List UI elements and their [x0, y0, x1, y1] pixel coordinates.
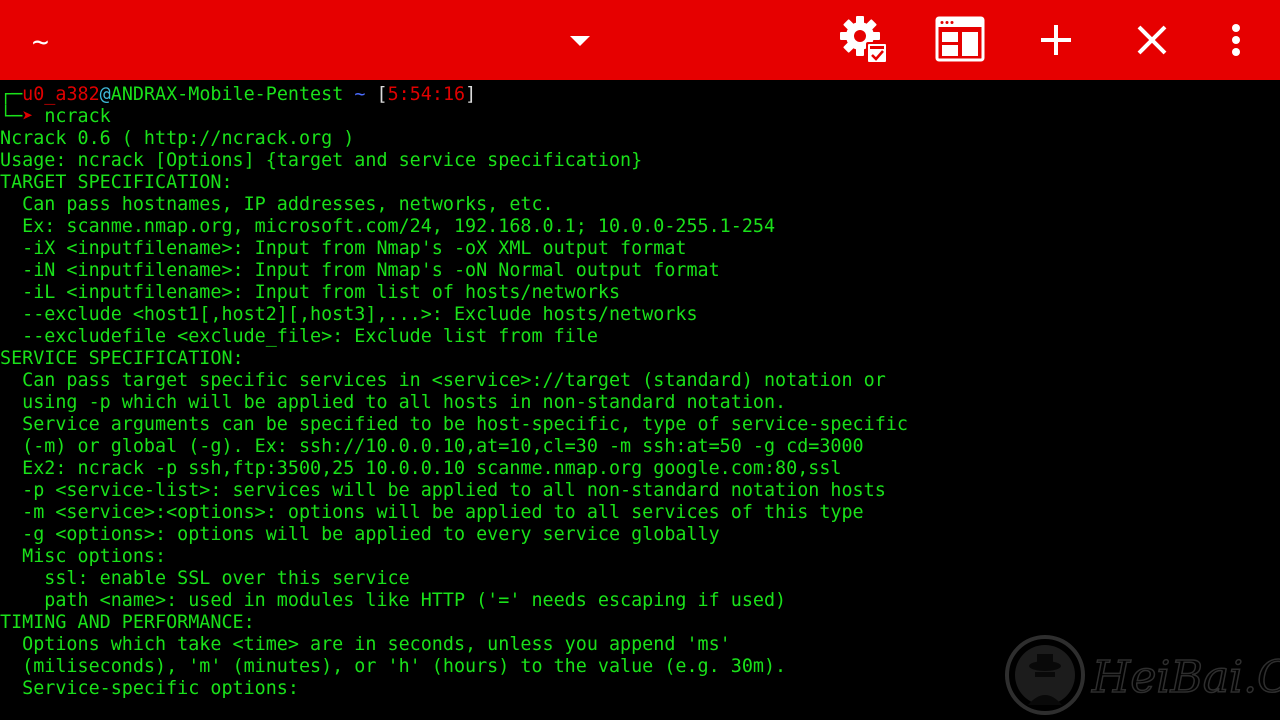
window-layout-icon[interactable]: [932, 12, 988, 68]
output-line: --exclude <host1[,host2][,host3],...>: E…: [0, 304, 698, 325]
chevron-down-icon[interactable]: [566, 30, 594, 50]
output-line: -iX <inputfilename>: Input from Nmap's -…: [0, 238, 687, 259]
output-line: Can pass hostnames, IP addresses, networ…: [0, 194, 554, 215]
command-line: └─➤ ncrack: [0, 106, 1280, 128]
watermark-logo: HeiBai.Org: [1005, 635, 1280, 715]
output-line: -p <service-list>: services will be appl…: [0, 480, 886, 501]
output-line: -g <options>: options will be applied to…: [0, 524, 720, 545]
output-line: SERVICE SPECIFICATION:: [0, 348, 244, 369]
watermark-text: HeiBai.Org: [1091, 652, 1280, 703]
output-line: using -p which will be applied to all ho…: [0, 392, 787, 413]
prompt-line: ┌─u0_a382@ANDRAX-Mobile-Pentest ~ [5:54:…: [0, 84, 1280, 106]
command-text: ncrack: [44, 106, 111, 127]
prompt-user: u0_a382: [22, 84, 100, 105]
session-title[interactable]: ~: [32, 22, 49, 62]
terminal-output[interactable]: ┌─u0_a382@ANDRAX-Mobile-Pentest ~ [5:54:…: [0, 84, 1280, 720]
prompt-arrow-icon: ➤: [22, 106, 34, 127]
output-line: Ex2: ncrack -p ssh,ftp:3500,25 10.0.0.10…: [0, 458, 842, 479]
more-vertical-icon[interactable]: [1208, 12, 1264, 68]
prompt-corner-bottom: └─: [0, 106, 23, 127]
plus-icon[interactable]: [1028, 12, 1084, 68]
output-line: Usage: ncrack [Options] {target and serv…: [0, 150, 643, 171]
output-line: path <name>: used in modules like HTTP (…: [0, 590, 787, 611]
close-icon[interactable]: [1124, 12, 1180, 68]
output-lines: Ncrack 0.6 ( http://ncrack.org ) Usage: n…: [0, 128, 1280, 700]
output-line: Service arguments can be specified to be…: [0, 414, 908, 435]
output-line: --excludefile <exclude_file>: Exclude li…: [0, 326, 598, 347]
output-line: (-m) or global (-g). Ex: ssh://10.0.0.10…: [0, 436, 864, 457]
prompt-dir: ~: [354, 84, 366, 105]
settings-gear-icon[interactable]: [836, 12, 892, 68]
output-line: ssl: enable SSL over this service: [0, 568, 410, 589]
terminal-toolbar: ~: [0, 0, 1280, 80]
output-line: Can pass target specific services in <se…: [0, 370, 886, 391]
prompt-corner-top: ┌─: [0, 84, 23, 105]
output-line: -m <service>:<options>: options will be …: [0, 502, 864, 523]
prompt-time-close: ]: [465, 84, 477, 105]
output-line: -iN <inputfilename>: Input from Nmap's -…: [0, 260, 720, 281]
output-line: Ncrack 0.6 ( http://ncrack.org ): [0, 128, 355, 149]
output-line: -iL <inputfilename>: Input from list of …: [0, 282, 621, 303]
output-line: Ex: scanme.nmap.org, microsoft.com/24, 1…: [0, 216, 776, 237]
output-line: TARGET SPECIFICATION:: [0, 172, 233, 193]
prompt-time: 5:54:16: [387, 84, 466, 105]
output-line: Misc options:: [0, 546, 167, 567]
prompt-time-open: [: [376, 84, 388, 105]
prompt-host: ANDRAX-Mobile-Pentest: [110, 84, 344, 105]
prompt-at: @: [99, 84, 111, 105]
